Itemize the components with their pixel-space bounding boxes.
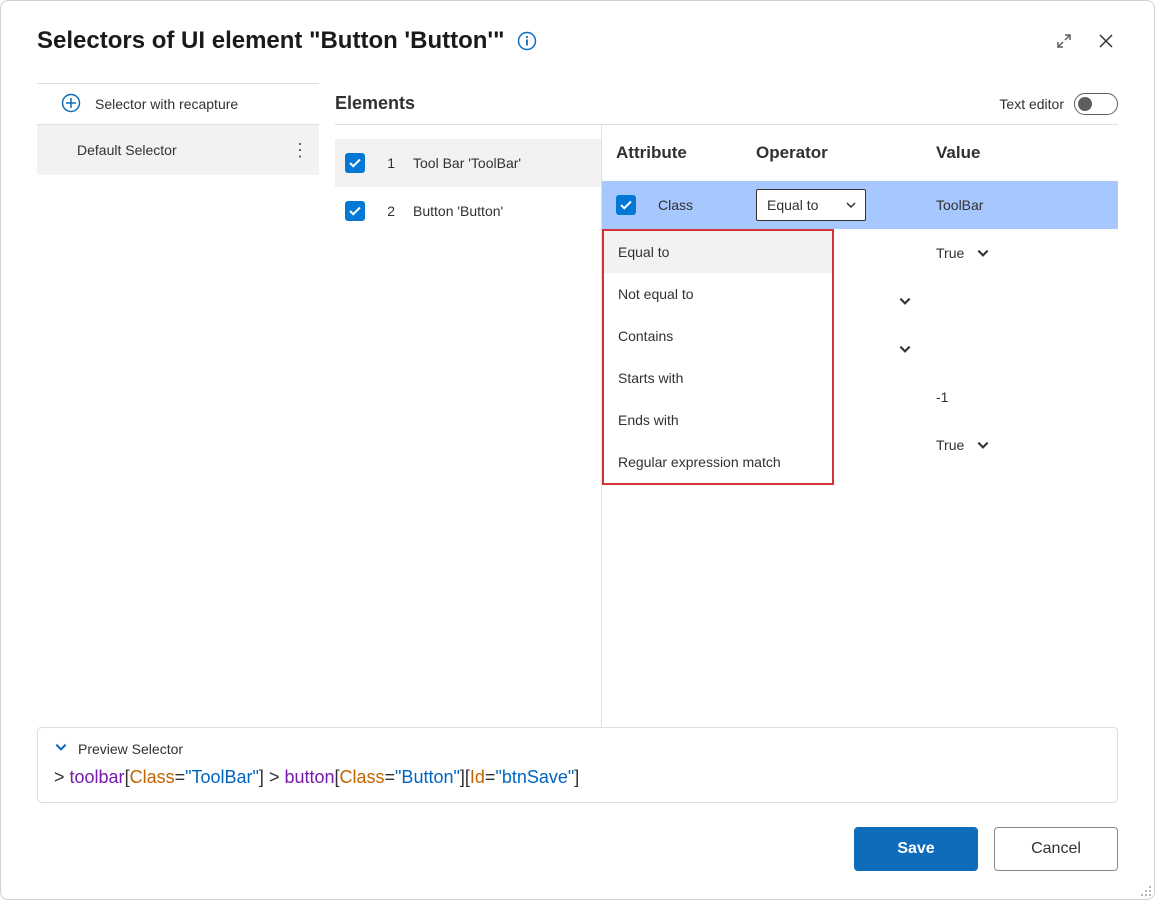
element-row[interactable]: 2 Button 'Button'	[335, 187, 601, 235]
operator-option[interactable]: Contains	[604, 315, 832, 357]
chevron-down-icon[interactable]	[898, 294, 926, 308]
dialog-footer: Save Cancel	[1, 803, 1154, 899]
operator-option[interactable]: Equal to	[604, 231, 832, 273]
elements-list: 1 Tool Bar 'ToolBar' 2 Button 'Button'	[335, 125, 601, 727]
more-icon[interactable]: ⋮	[287, 140, 311, 161]
operator-option[interactable]: Ends with	[604, 399, 832, 441]
cancel-button[interactable]: Cancel	[994, 827, 1118, 871]
element-row[interactable]: 1 Tool Bar 'ToolBar'	[335, 139, 601, 187]
content-split: 1 Tool Bar 'ToolBar' 2 Button 'Button' A…	[335, 125, 1118, 727]
selector-item-default[interactable]: Default Selector ⋮	[37, 125, 319, 175]
toggle-knob	[1078, 97, 1092, 111]
operator-dropdown: Equal to Not equal to Contains Starts wi…	[602, 229, 834, 485]
dialog-body: Selector with recapture Default Selector…	[1, 65, 1154, 727]
operator-option[interactable]: Starts with	[604, 357, 832, 399]
col-value: Value	[926, 143, 1118, 163]
attribute-value[interactable]: True	[936, 437, 964, 453]
col-operator: Operator	[756, 143, 926, 163]
attribute-row: Class Equal to ToolBar	[602, 181, 1118, 229]
attribute-value[interactable]: -1	[936, 389, 948, 405]
preview-selector-block: Preview Selector > toolbar[Class="ToolBa…	[37, 727, 1118, 803]
element-index: 2	[383, 203, 395, 219]
checkbox-checked-icon[interactable]	[616, 195, 636, 215]
chevron-down-icon[interactable]	[898, 342, 926, 356]
checkbox-checked-icon[interactable]	[345, 153, 365, 173]
chevron-down-icon[interactable]	[976, 246, 1004, 260]
attribute-value[interactable]: True	[936, 245, 964, 261]
save-button[interactable]: Save	[854, 827, 978, 871]
dialog-header: Selectors of UI element "Button 'Button'…	[1, 1, 1154, 65]
selector-list-pane: Selector with recapture Default Selector…	[1, 65, 319, 727]
elements-pane: Elements Text editor 1 Tool Bar 'ToolBar…	[319, 65, 1154, 727]
expand-icon[interactable]	[1048, 25, 1080, 57]
text-editor-label: Text editor	[999, 96, 1064, 112]
dialog-title: Selectors of UI element "Button 'Button'…	[37, 27, 505, 55]
info-icon[interactable]	[517, 31, 537, 51]
resize-handle-icon[interactable]	[1138, 883, 1152, 897]
operator-option[interactable]: Not equal to	[604, 273, 832, 315]
elements-title: Elements	[335, 93, 415, 114]
attributes-pane: Attribute Operator Value Class	[601, 125, 1118, 727]
attributes-header: Attribute Operator Value	[602, 125, 1118, 181]
add-selector-button[interactable]: Selector with recapture	[37, 83, 319, 125]
plus-circle-icon	[61, 93, 81, 116]
close-icon[interactable]	[1090, 25, 1122, 57]
element-index: 1	[383, 155, 395, 171]
selector-item-label: Default Selector	[77, 142, 177, 158]
preview-toggle[interactable]: Preview Selector	[54, 740, 1101, 757]
preview-code: > toolbar[Class="ToolBar"] > button[Clas…	[54, 767, 1101, 788]
col-attribute: Attribute	[616, 143, 756, 163]
selector-dialog: Selectors of UI element "Button 'Button'…	[0, 0, 1155, 900]
element-label: Button 'Button'	[413, 203, 503, 219]
element-label: Tool Bar 'ToolBar'	[413, 155, 521, 171]
chevron-down-icon	[845, 199, 857, 211]
add-selector-label: Selector with recapture	[95, 96, 238, 112]
chevron-down-icon	[54, 740, 68, 757]
elements-header-row: Elements Text editor	[335, 83, 1118, 125]
text-editor-toggle[interactable]	[1074, 93, 1118, 115]
chevron-down-icon[interactable]	[976, 438, 1004, 452]
attribute-name: Class	[658, 197, 756, 213]
preview-label: Preview Selector	[78, 741, 183, 757]
operator-option[interactable]: Regular expression match	[604, 441, 832, 483]
operator-value: Equal to	[767, 197, 818, 213]
operator-select[interactable]: Equal to	[756, 189, 866, 221]
attribute-value[interactable]: ToolBar	[936, 197, 983, 213]
checkbox-checked-icon[interactable]	[345, 201, 365, 221]
